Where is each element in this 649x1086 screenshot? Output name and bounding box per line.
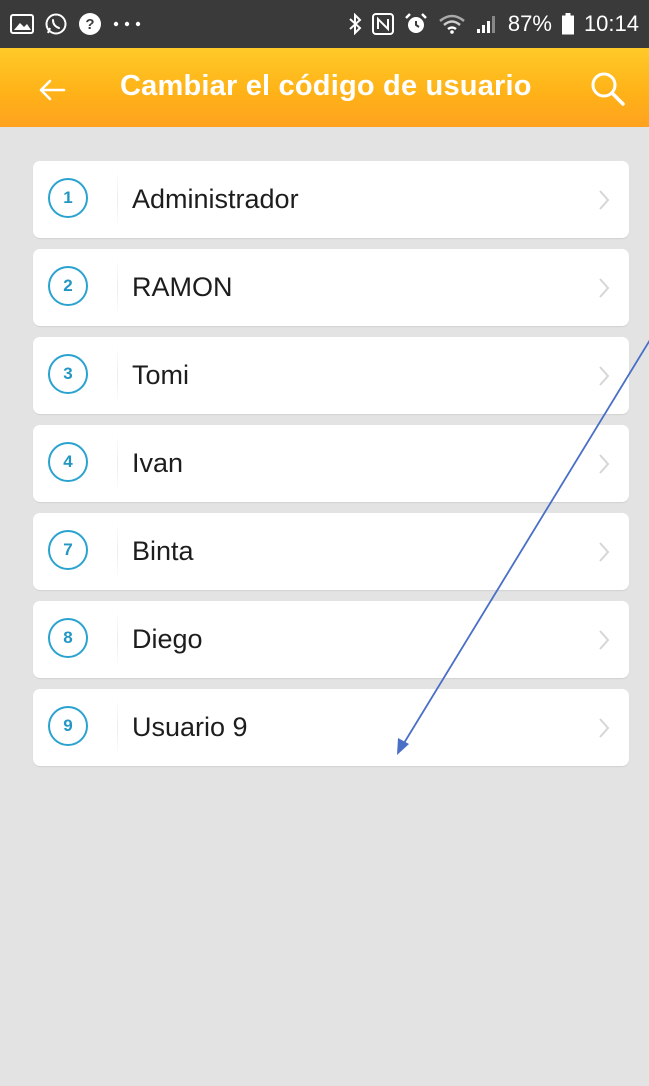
item-divider: [117, 609, 118, 670]
search-icon: [591, 72, 625, 106]
list-item[interactable]: 4 Ivan: [33, 425, 629, 502]
chevron-right-icon: [599, 454, 610, 474]
item-divider: [117, 345, 118, 406]
chevron-right-icon: [599, 190, 610, 210]
user-name: Tomi: [132, 360, 190, 390]
battery-percent: 87%: [507, 11, 552, 36]
chevron-right-icon: [599, 718, 610, 738]
bluetooth-icon: [348, 12, 362, 36]
status-right: 87% 10:14: [348, 11, 639, 37]
user-name: RAMON: [132, 272, 233, 302]
chevron-right-icon: [599, 278, 610, 298]
back-button[interactable]: [30, 68, 74, 112]
status-time: 10:14: [583, 11, 639, 36]
user-name: Usuario 9: [132, 712, 248, 742]
alarm-icon: [404, 12, 428, 36]
signal-icon: [476, 12, 498, 36]
user-list: 1 Administrador 2 RAMON 3 Tomi 4 Ivan 7 …: [33, 161, 629, 777]
user-name: Diego: [132, 624, 203, 654]
user-number-badge: 9: [48, 706, 88, 746]
user-name: Ivan: [132, 448, 184, 478]
item-divider: [117, 169, 118, 230]
chevron-right-icon: [599, 542, 610, 562]
arrow-left-icon: [39, 79, 66, 101]
user-number-badge: 4: [48, 442, 88, 482]
app-bar: Cambiar el código de usuario: [0, 48, 649, 127]
whatsapp-icon: [44, 12, 68, 36]
item-divider: [117, 521, 118, 582]
item-divider: [117, 257, 118, 318]
user-name: Administrador: [132, 184, 299, 214]
list-item[interactable]: 9 Usuario 9: [33, 689, 629, 766]
item-divider: [117, 697, 118, 758]
svg-text:?: ?: [85, 16, 94, 33]
list-item[interactable]: 1 Administrador: [33, 161, 629, 238]
user-number-badge: 2: [48, 266, 88, 306]
more-dots-icon: [112, 12, 142, 36]
chevron-right-icon: [599, 366, 610, 386]
user-name: Binta: [132, 536, 194, 566]
nfc-icon: [371, 12, 394, 36]
list-item[interactable]: 8 Diego: [33, 601, 629, 678]
app-screen: ? 87% 10:14 Cambiar el código de usuario…: [0, 0, 649, 1086]
status-bar: ? 87% 10:14: [0, 0, 649, 48]
search-button[interactable]: [585, 66, 631, 112]
page-title: Cambiar el código de usuario: [120, 70, 532, 102]
user-number-badge: 1: [48, 178, 88, 218]
user-number-badge: 8: [48, 618, 88, 658]
status-left: ?: [10, 12, 142, 36]
help-icon: ?: [78, 12, 102, 36]
user-number-badge: 3: [48, 354, 88, 394]
list-item[interactable]: 7 Binta: [33, 513, 629, 590]
gallery-icon: [10, 12, 34, 36]
item-divider: [117, 433, 118, 494]
wifi-icon: [438, 12, 466, 36]
chevron-right-icon: [599, 630, 610, 650]
list-item[interactable]: 2 RAMON: [33, 249, 629, 326]
battery-icon: [561, 12, 574, 36]
list-item[interactable]: 3 Tomi: [33, 337, 629, 414]
user-number-badge: 7: [48, 530, 88, 570]
